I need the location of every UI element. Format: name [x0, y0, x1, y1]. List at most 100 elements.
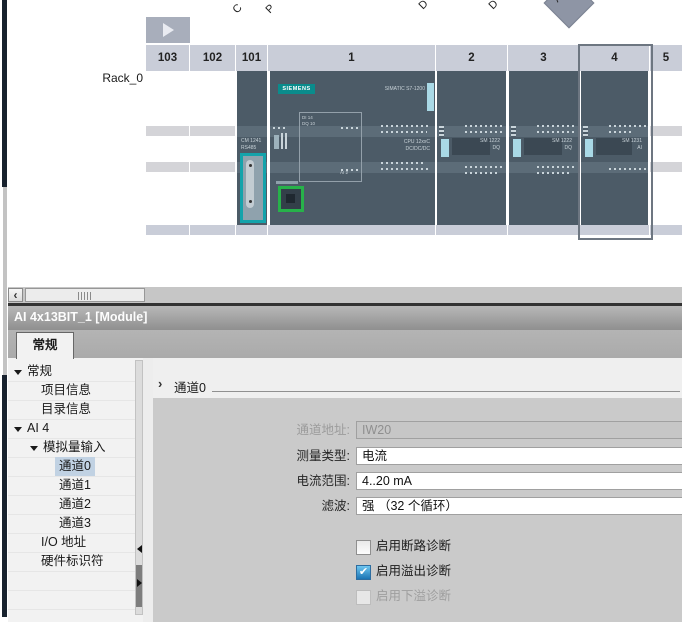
rack-title: Rack_0 [60, 71, 143, 85]
tree-item-io-addresses[interactable]: I/O 地址 [8, 533, 135, 553]
sm-name-label: SM 1222 [457, 138, 500, 144]
wire-break-diagnostics-checkbox[interactable] [356, 540, 371, 555]
rack-nav-forward-button[interactable] [146, 17, 190, 43]
channel-address-field: IW20 [356, 421, 682, 439]
collapse-arrow-icon[interactable] [14, 427, 22, 432]
splitter-collapse-left-icon[interactable] [137, 545, 142, 553]
module-ai-4x13bit[interactable]: SM 1231 AI [581, 71, 648, 225]
tree-item-general[interactable]: 常规 [8, 362, 135, 382]
profinet-port[interactable] [278, 186, 304, 212]
tree-item-ai4[interactable]: AI 4 [8, 419, 135, 439]
tree-item-analog-inputs[interactable]: 模拟量输入 [8, 438, 135, 458]
play-forward-icon [163, 23, 174, 37]
overflow-diagnostics-checkbox[interactable]: ✔ [356, 565, 371, 580]
rack-rail [190, 126, 235, 136]
slot-header-2[interactable]: 2 [436, 45, 508, 71]
rack-rail [650, 126, 682, 136]
module-cm-1241[interactable]: CM 1241 RS485 [237, 71, 267, 225]
module-rail [237, 126, 267, 137]
wire-break-diagnostics-label: 启用断路诊断 [376, 539, 451, 554]
sm-type-label: DQ [457, 145, 500, 151]
horizontal-scrollbar[interactable]: ‹ [8, 287, 682, 303]
measurement-type-select[interactable]: 电流 [356, 447, 682, 465]
module-sm-slot3[interactable]: SM 1222 DQ [509, 71, 578, 225]
current-range-select[interactable]: 4..20 mA [356, 472, 682, 490]
scrollbar-thumb[interactable] [25, 288, 145, 302]
tab-general[interactable]: 常规 [16, 332, 74, 359]
tree-item-hardware-identifier[interactable]: 硬件标识符 [8, 552, 135, 572]
sm-name-label: SM 1231 [599, 138, 642, 144]
cpu-left-connector [274, 135, 279, 149]
rack-rail [650, 162, 682, 172]
tree-item-channel2[interactable]: 通道2 [8, 495, 135, 515]
cpu-terminal-frame: DI 14 DQ 10 AI 2 [299, 112, 362, 182]
filter-select[interactable]: 强 （32 个循环） [356, 497, 682, 515]
slot-header-101[interactable]: 101 [236, 45, 268, 71]
slot-header-3[interactable]: 3 [508, 45, 580, 71]
tia-portal-device-view: C P D D A Rack_0 103 102 101 1 2 3 4 5 [0, 0, 682, 622]
tree-item-channel3[interactable]: 通道3 [8, 514, 135, 534]
bus-connector [585, 139, 593, 157]
serial-connector-port[interactable] [240, 153, 266, 223]
led-row [537, 125, 577, 127]
slanted-module-label[interactable]: C [231, 2, 245, 16]
properties-title: AI 4x13BIT_1 [Module] [14, 310, 147, 324]
led-row [381, 168, 431, 170]
module-sm-slot2[interactable]: SM 1222 DQ [437, 71, 506, 225]
form-header-strip [153, 358, 682, 398]
led-row [273, 127, 285, 129]
led-row [465, 125, 505, 127]
siemens-logo: SIEMENS [278, 84, 315, 94]
section-title: 通道0 [174, 377, 206, 396]
dq-label: DQ 10 [302, 121, 315, 127]
rj45-jack [286, 194, 295, 203]
tree-empty-row [8, 571, 135, 591]
module-cm-type: RS485 [241, 145, 256, 151]
slot-header-4[interactable]: 4 [580, 45, 650, 71]
led-row [341, 127, 359, 129]
left-edge-scrollbar[interactable] [2, 0, 7, 617]
tree-item-channel0[interactable]: 通道0 [8, 457, 135, 477]
field-label-measurement-type: 测量类型: [153, 447, 350, 465]
led-row [609, 125, 647, 127]
module-cpu[interactable]: SIEMENS SIMATIC S7-1200 DI 14 DQ 10 AI 2… [270, 71, 435, 225]
scroll-left-button[interactable]: ‹ [8, 288, 23, 302]
section-expand-icon[interactable]: › [158, 376, 162, 391]
led-row [381, 131, 427, 133]
collapse-arrow-icon[interactable] [30, 446, 38, 451]
led-row [609, 168, 647, 170]
thumb-grip-icon [78, 292, 91, 300]
splitter-expand-right-icon[interactable] [137, 579, 142, 587]
cpu-power-label: DC/DC/DC [370, 146, 430, 152]
tree-vertical-scrollbar[interactable] [135, 360, 143, 615]
slot-header-102[interactable]: 102 [190, 45, 236, 71]
tree-item-catalog-info[interactable]: 目录信息 [8, 400, 135, 420]
collapse-arrow-icon[interactable] [14, 370, 22, 375]
led-row [341, 169, 359, 171]
properties-title-bar: AI 4x13BIT_1 [Module] [8, 306, 682, 330]
pane-splitter[interactable] [143, 358, 153, 622]
tree-item-channel1[interactable]: 通道1 [8, 476, 135, 496]
field-label-filter: 滤波: [153, 497, 350, 515]
tree-item-project-info[interactable]: 项目信息 [8, 381, 135, 401]
rack-footer-cell [650, 225, 682, 235]
module-left-marks [583, 126, 588, 138]
rack-footer-cell [436, 225, 508, 235]
selected-module-label-diamond[interactable]: A [544, 0, 595, 28]
section-underline [212, 391, 680, 392]
field-label-current-range: 电流范围: [153, 472, 350, 490]
overflow-diagnostics-label: 启用溢出诊断 [376, 564, 451, 579]
memory-card-slot[interactable] [427, 83, 434, 111]
slanted-module-label[interactable]: P [264, 2, 278, 16]
slot-header-103[interactable]: 103 [146, 45, 190, 71]
scrollbar-thumb[interactable] [2, 187, 7, 375]
connector-pin [249, 200, 252, 203]
slot-header-5[interactable]: 5 [650, 45, 682, 71]
rack-footer-cell [268, 225, 436, 235]
cpu-left-bar [285, 133, 287, 149]
slanted-module-label[interactable]: D [487, 0, 501, 12]
bus-connector [441, 139, 449, 157]
slot-header-1[interactable]: 1 [268, 45, 436, 71]
slanted-module-label[interactable]: D [417, 0, 431, 12]
underflow-diagnostics-checkbox [356, 590, 371, 605]
